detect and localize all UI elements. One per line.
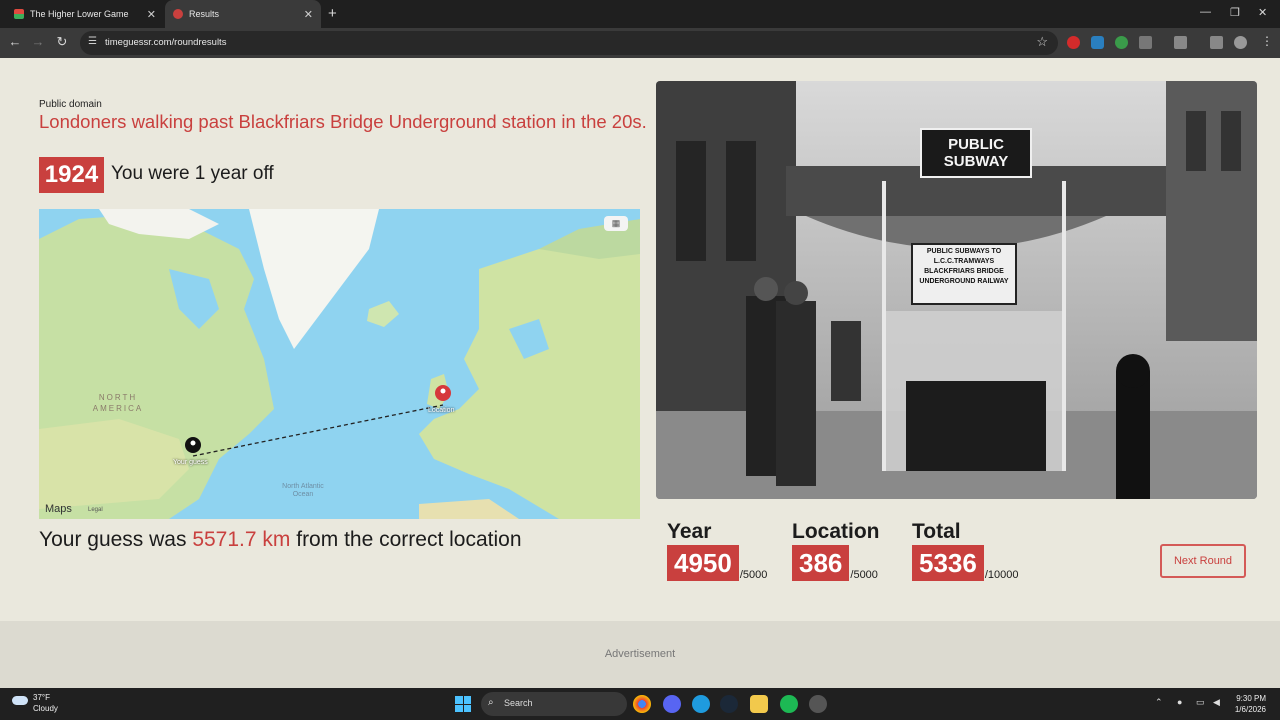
new-tab-icon[interactable]: + [328, 5, 337, 22]
distance-prefix: Your guess was [39, 528, 187, 551]
photo-description: Londoners walking past Blackfriars Bridg… [39, 111, 647, 132]
tab-search-icon[interactable] [1174, 36, 1187, 49]
total-score: Total 5336/10000 [912, 520, 1019, 581]
search-placeholder: Search [504, 698, 533, 708]
close-tab-icon[interactable]: ✕ [147, 8, 156, 21]
weather-temp: 37°F [33, 693, 50, 702]
browser-toolbar: ← → ↻ ☰ timeguessr.com/roundresults ☆ [0, 28, 1280, 58]
year-feedback: You were 1 year off [111, 163, 274, 184]
profile-avatar[interactable] [1234, 36, 1247, 49]
total-score-value: 5336 [912, 545, 984, 581]
region-label: NORTH AMERICA [92, 393, 144, 413]
sign-blackfriars-bridge: PUBLIC SUBWAYS TO L.C.C.TRAMWAYS BLACKFR… [919, 248, 1009, 285]
minimize-icon[interactable]: — [1200, 6, 1211, 18]
reading-list-icon[interactable] [1210, 36, 1223, 49]
tray-overflow-icon[interactable]: ⌃ [1155, 697, 1163, 708]
network-icon[interactable]: ▭ [1196, 697, 1205, 708]
cloud-icon [12, 696, 28, 705]
distance-value: 5571.7 km [192, 528, 291, 551]
spotify-icon[interactable] [780, 695, 798, 713]
file-explorer-icon[interactable] [750, 695, 768, 713]
address-bar[interactable]: ☰ timeguessr.com/roundresults ☆ [80, 31, 1058, 55]
year-score-max: /5000 [739, 569, 768, 581]
site-info-icon[interactable]: ☰ [88, 36, 97, 47]
location-pin-label: Location [428, 407, 455, 414]
map-legal-link[interactable]: Legal [88, 507, 103, 513]
close-window-icon[interactable]: ✕ [1258, 6, 1267, 19]
actual-year-badge: 1924 [39, 157, 104, 193]
advertisement-label: Advertisement [604, 648, 676, 660]
system-clock[interactable]: 9:30 PM 1/6/2026 [1235, 693, 1266, 715]
location-score-max: /5000 [850, 569, 878, 581]
extensions-puzzle-icon[interactable] [1139, 36, 1152, 49]
restore-icon[interactable]: ❐ [1230, 6, 1240, 19]
year-score-value: 4950 [667, 545, 739, 581]
extension-icon[interactable] [1115, 36, 1128, 49]
clock-date: 1/6/2026 [1234, 705, 1266, 714]
volume-icon[interactable]: ◀ [1213, 697, 1220, 708]
next-round-button[interactable]: Next Round [1160, 544, 1246, 578]
chrome-icon[interactable] [633, 695, 651, 713]
forward-icon[interactable]: → [29, 34, 47, 49]
microphone-icon[interactable]: ● [1177, 697, 1182, 707]
browser-tab-bar: The Higher Lower Game ✕ Results ✕ + — ❐ … [0, 0, 1280, 28]
total-score-label: Total [912, 520, 961, 543]
image-attribution: Public domain [39, 99, 102, 110]
start-windows-icon[interactable] [455, 696, 471, 712]
map-type-icon[interactable]: ▦ [604, 216, 628, 231]
total-score-max: /10000 [984, 569, 1019, 581]
tab-results[interactable]: Results ✕ [165, 0, 321, 28]
maps-logo: Maps [45, 503, 72, 515]
sign-public-subway: PUBLIC SUBWAY [943, 136, 1009, 170]
round-photo: PUBLIC SUBWAY PUBLIC SUBWAYS TO L.C.C.TR… [656, 81, 1257, 499]
search-icon: ⌕ [488, 697, 494, 708]
extension-icon[interactable] [1091, 36, 1104, 49]
results-page: Public domain Londoners walking past Bla… [0, 58, 1280, 621]
ocean-label: North Atlantic Ocean [282, 483, 324, 498]
back-icon[interactable]: ← [6, 34, 24, 49]
edge-icon[interactable] [692, 695, 710, 713]
result-map[interactable]: NORTH AMERICA North Atlantic Ocean Your … [39, 209, 640, 519]
location-score-value: 386 [792, 545, 850, 581]
taskbar-search[interactable]: ⌕ Search [481, 692, 627, 716]
maps-brand-text: Maps [45, 503, 72, 515]
year-score-label: Year [667, 520, 712, 543]
reload-icon[interactable]: ↻ [53, 34, 71, 50]
extension-icon[interactable] [1067, 36, 1080, 49]
app-icon[interactable] [809, 695, 827, 713]
steam-icon[interactable] [720, 695, 738, 713]
menu-kebab-icon[interactable]: ⋮ [1261, 34, 1273, 48]
weather-condition: Cloudy [33, 704, 58, 713]
distance-suffix: from the correct location [296, 528, 522, 551]
windows-taskbar: 37°F Cloudy ⌕ Search ⌃ ● ▭ ◀ 9:30 PM 1/6… [0, 688, 1280, 720]
location-score: Location 386/5000 [792, 520, 880, 581]
tab-favicon-icon [14, 9, 24, 19]
tab-title: The Higher Lower Game [30, 9, 129, 19]
close-tab-icon[interactable]: ✕ [304, 8, 313, 21]
tab-higher-lower[interactable]: The Higher Lower Game ✕ [8, 0, 164, 28]
bookmark-star-icon[interactable]: ☆ [1036, 34, 1048, 50]
tab-title: Results [189, 9, 220, 19]
advertisement-area: Advertisement [0, 621, 1280, 688]
url-text[interactable]: timeguessr.com/roundresults [105, 37, 226, 48]
distance-summary: Your guess was 5571.7 km from the correc… [39, 528, 522, 552]
discord-icon[interactable] [663, 695, 681, 713]
location-score-label: Location [792, 520, 880, 543]
guess-pin-label: Your guess [173, 459, 208, 466]
year-score: Year 4950/5000 [667, 520, 767, 581]
clock-time: 9:30 PM [1236, 694, 1266, 703]
map-canvas [39, 209, 640, 519]
tab-favicon-icon [173, 9, 183, 19]
